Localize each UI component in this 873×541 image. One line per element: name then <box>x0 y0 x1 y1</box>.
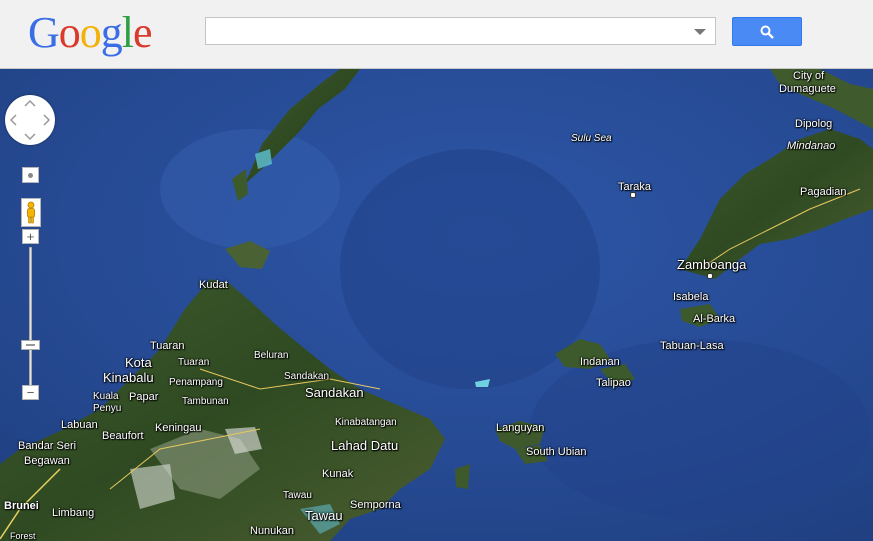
chevron-down-icon[interactable] <box>694 29 706 35</box>
map-label: Kudat <box>199 279 228 291</box>
map-label: Sandakan <box>284 371 330 382</box>
map-label: Kinabatangan <box>335 417 397 428</box>
map-label: Languyan <box>496 422 545 434</box>
logo-letter: G <box>28 8 60 57</box>
map-label: Tawau <box>283 490 312 501</box>
map-label: Tabuan-Lasa <box>660 340 724 352</box>
logo-letter: o <box>58 8 81 57</box>
map-label: Zamboanga <box>677 257 747 272</box>
map-label: Beluran <box>254 350 289 361</box>
map-label: Tambunan <box>182 396 229 407</box>
map-label: Kuala <box>93 391 119 402</box>
search-box <box>205 17 716 45</box>
logo-letter: e <box>133 8 153 57</box>
map-label: Tawau <box>305 508 343 523</box>
pegman-button[interactable] <box>21 198 41 227</box>
map-label: Al-Barka <box>693 313 736 325</box>
map-label: Keningau <box>155 422 202 434</box>
map-label: Semporna <box>350 499 401 511</box>
map-label: Bandar Seri <box>18 440 77 452</box>
map-label: Kunak <box>322 468 354 480</box>
city-marker <box>630 192 636 198</box>
logo-letter: g <box>100 8 123 57</box>
map-label: Papar <box>129 391 159 403</box>
map-label: Sandakan <box>305 385 364 400</box>
pegman-icon <box>27 201 35 224</box>
logo-letter: o <box>79 8 102 57</box>
pan-control[interactable] <box>5 95 55 145</box>
map-label: Limbang <box>52 507 95 519</box>
map-label: Labuan <box>61 419 98 431</box>
pan-arrows-icon <box>9 99 51 141</box>
map-label: Mindanao <box>787 140 836 152</box>
map-terrain <box>0 69 873 541</box>
search-button[interactable] <box>732 17 802 46</box>
search-icon <box>760 25 774 39</box>
map-label: Tuaran <box>150 340 185 352</box>
map-label: Tuaran <box>178 357 210 368</box>
map-label: Dipolog <box>795 118 833 130</box>
search-input[interactable] <box>210 19 694 45</box>
map-label: Forest <box>10 531 36 541</box>
map-label: Talipao <box>596 377 631 389</box>
zoom-slider[interactable] <box>29 247 32 392</box>
map-label: Begawan <box>24 455 70 467</box>
zoom-slider-thumb[interactable] <box>21 340 40 350</box>
map-label: Lahad Datu <box>331 438 399 453</box>
map-label: City of <box>793 70 825 82</box>
zoom-in-button[interactable]: + <box>22 229 39 244</box>
map-label: Dumaguete <box>779 83 836 95</box>
center-button[interactable] <box>22 167 39 183</box>
map-label: Pagadian <box>800 186 847 198</box>
city-marker <box>707 273 713 279</box>
map-label: Kinabalu <box>103 370 154 385</box>
header-bar: Google <box>0 0 873 69</box>
map-label: Penampang <box>169 377 223 388</box>
map-label: Kota <box>125 355 152 370</box>
satellite-map[interactable]: City of Dumaguete Sulu Sea Dipolog Minda… <box>0 69 873 541</box>
zoom-out-button[interactable]: − <box>22 385 39 400</box>
map-label: Sulu Sea <box>571 133 612 144</box>
map-label: Indanan <box>580 356 620 368</box>
map-label: Nunukan <box>250 525 295 537</box>
google-logo[interactable]: Google <box>28 8 153 57</box>
map-label: South Ubian <box>526 446 587 458</box>
map-label: Isabela <box>673 291 709 303</box>
logo-letter: l <box>121 8 134 57</box>
map-label: Penyu <box>93 403 122 414</box>
map-label: Brunei <box>4 500 39 512</box>
map-label: Beaufort <box>102 430 144 442</box>
